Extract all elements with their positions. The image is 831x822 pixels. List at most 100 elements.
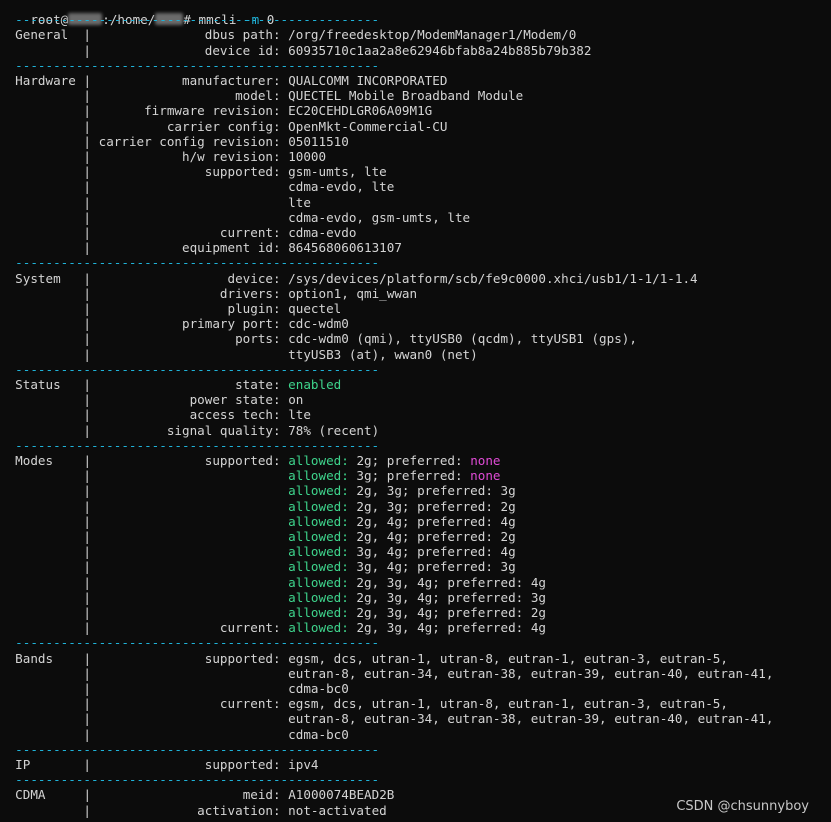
field-value: allowed: (288, 513, 349, 529)
field-value: allowed: (288, 544, 349, 560)
pad (68, 27, 83, 42)
output-row: Status | state: enabled (0, 377, 341, 392)
column-divider: | (83, 209, 92, 225)
pad (91, 803, 197, 818)
column-divider: | (83, 513, 92, 529)
column-divider: | (83, 696, 92, 712)
output-row: | power state: on (0, 392, 303, 407)
pad (91, 134, 99, 149)
pad (91, 711, 281, 726)
column-divider: | (83, 377, 92, 392)
pad (15, 499, 83, 514)
field-value: gsm-umts, lte (288, 164, 387, 180)
field-key: equipment id: (182, 240, 281, 256)
column-divider: | (83, 453, 92, 468)
field-key: h/w revision: (182, 149, 281, 164)
pad (91, 605, 281, 620)
output-row: Modes | supported: allowed: 2g; preferre… (0, 453, 500, 468)
separator: ----------------------------------------… (15, 57, 380, 73)
pad (15, 711, 83, 726)
field-value: 864568060613107 (288, 240, 402, 256)
column-divider: | (83, 301, 92, 316)
output-row: | activation: not-activated (0, 802, 386, 818)
output-row: | allowed: 2g, 3g; preferred: 3g (0, 483, 515, 498)
field-value: allowed: (288, 529, 349, 544)
pad (15, 483, 83, 498)
column-divider: | (83, 225, 92, 240)
output-row: | supported: gsm-umts, lte (0, 164, 387, 180)
pad (91, 590, 281, 605)
pad (15, 301, 83, 316)
pad (15, 347, 83, 362)
output-row: | allowed: 3g, 4g; preferred: 4g (0, 544, 515, 560)
separator-line: ----------------------------------------… (0, 12, 379, 27)
column-divider: | (83, 620, 92, 636)
field-value: /sys/devices/platform/scb/fe9c0000.xhci/… (288, 270, 698, 286)
column-divider: | (83, 331, 92, 347)
field-value: cdma-bc0 (288, 681, 349, 696)
pad (91, 468, 281, 483)
column-divider: | (83, 73, 92, 88)
output-row: | cdma-evdo, lte (0, 179, 394, 194)
terminal-window[interactable]: root@:/home/# mmcli -m 0 ---------------… (0, 0, 831, 822)
pad (91, 210, 281, 225)
field-value: lte (288, 194, 311, 210)
output-row: | h/w revision: 10000 (0, 149, 326, 164)
field-value: 2g, 3g, 4g; preferred: 4g (348, 574, 546, 590)
field-value: QUALCOMM INCORPORATED (288, 73, 448, 88)
column-divider: | (83, 27, 92, 43)
pad (15, 407, 83, 422)
pad (91, 377, 235, 392)
separator: ----------------------------------------… (15, 741, 380, 757)
field-key: signal quality: (166, 422, 281, 438)
pad (91, 331, 235, 346)
field-value: allowed: (288, 620, 349, 636)
separator-line: ----------------------------------------… (0, 58, 379, 73)
pad (91, 423, 167, 438)
pad (15, 727, 83, 742)
section-label: IP (15, 757, 31, 772)
separator: ----------------------------------------… (15, 635, 380, 651)
field-value: none (470, 468, 501, 484)
column-divider: | (83, 164, 92, 180)
pad (91, 544, 281, 559)
field-value: allowed: (288, 468, 349, 484)
field-key: firmware revision: (144, 103, 281, 119)
pad (15, 392, 83, 407)
pad (61, 271, 84, 286)
field-value: 10000 (288, 149, 327, 164)
pad (91, 225, 220, 240)
column-divider: | (83, 802, 92, 818)
output-row: | device id: 60935710c1aa2a8e62946bfab8a… (0, 43, 591, 58)
column-divider: | (83, 179, 92, 195)
section-label: Modes (15, 453, 54, 468)
field-key: drivers: (219, 285, 281, 301)
field-value: /org/freedesktop/ModemManager1/Modem/0 (288, 27, 577, 43)
column-divider: | (83, 726, 92, 742)
field-value: A1000074BEAD2B (288, 787, 395, 803)
pad (91, 727, 281, 742)
pad (91, 499, 281, 514)
section-label: General (15, 27, 69, 43)
field-value: 05011510 (288, 133, 349, 149)
pad (91, 301, 227, 316)
column-divider: | (83, 194, 92, 210)
column-divider: | (83, 650, 92, 666)
pad (15, 43, 83, 58)
